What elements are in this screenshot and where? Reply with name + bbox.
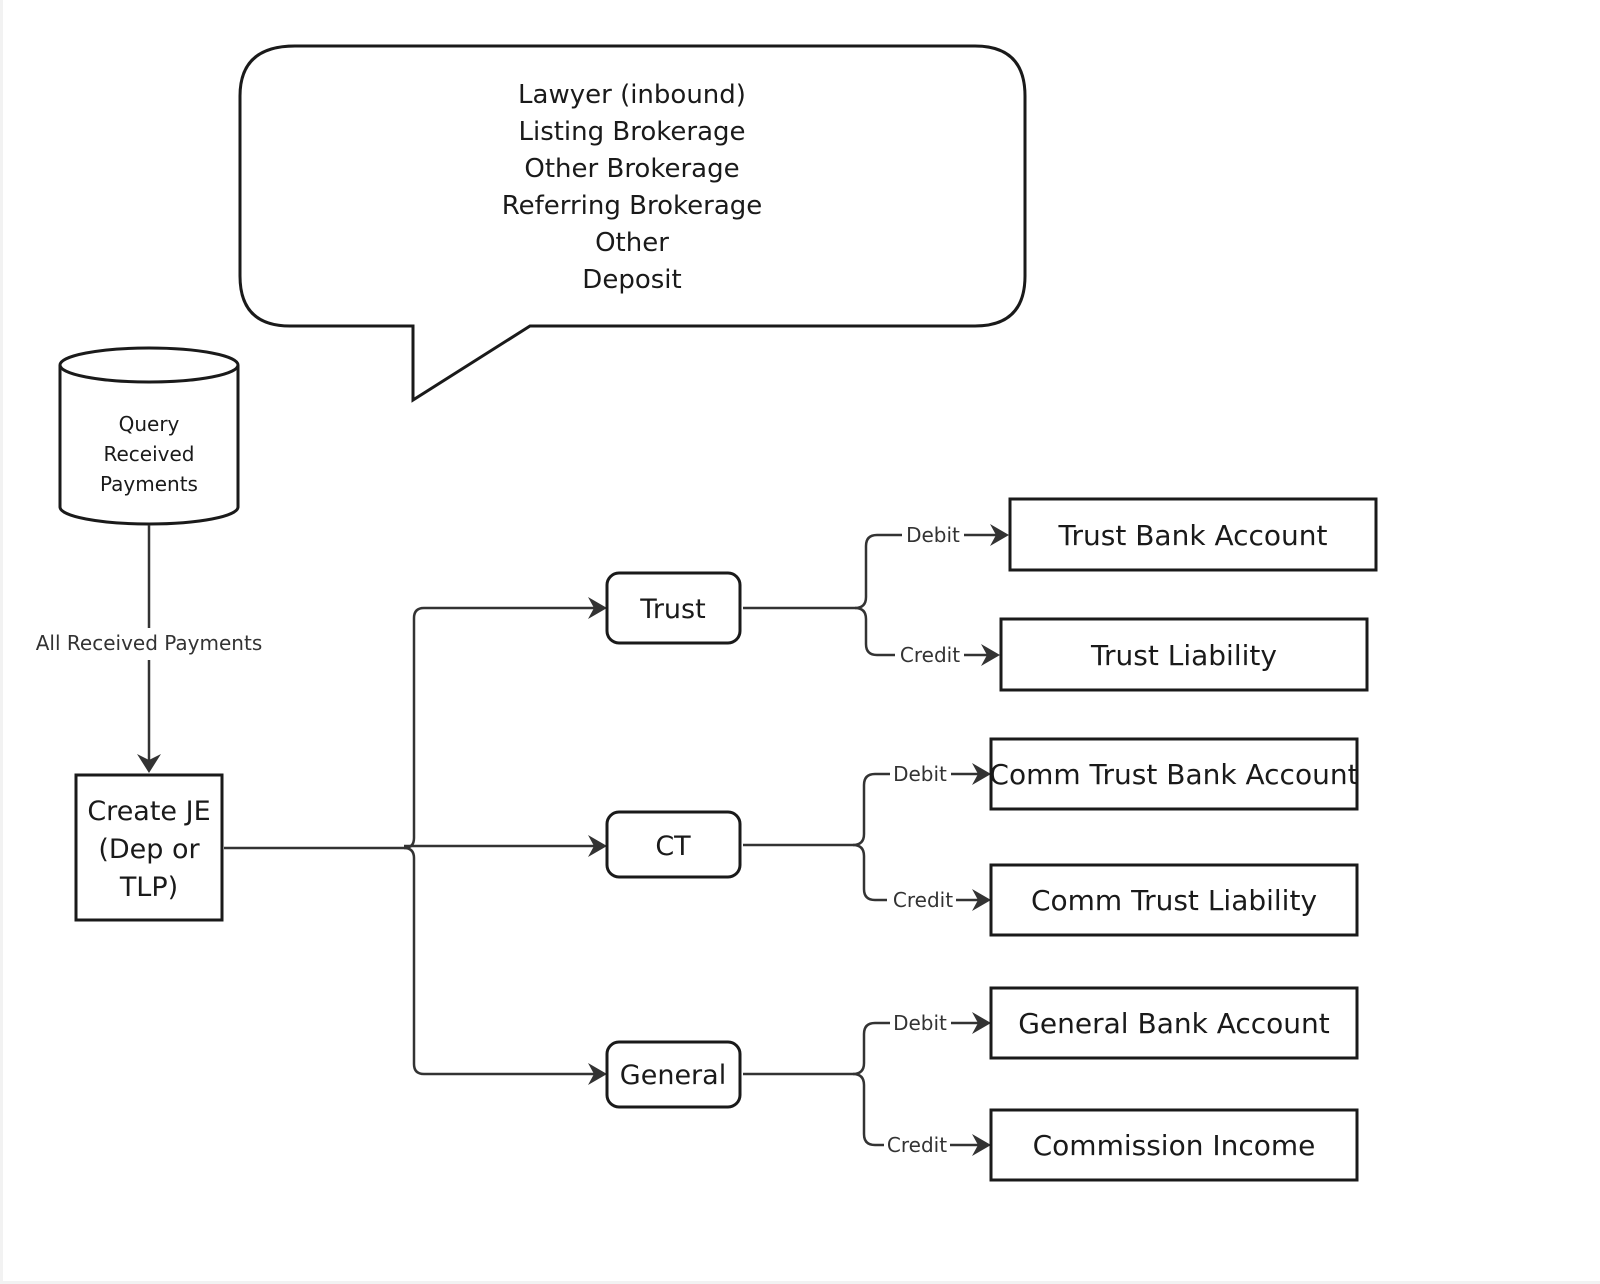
label-credit: Credit	[887, 1133, 947, 1157]
account-comm-trust-liability[interactable]: Comm Trust Liability	[989, 863, 1359, 937]
branch-general: General Debit Credit General Bank Accoun…	[605, 986, 1359, 1182]
callout-line-other-brokerage: Other Brokerage	[524, 154, 739, 184]
create-je-box[interactable]: Create JE (Dep or TLP)	[74, 773, 224, 922]
callout-line-listing-brokerage: Listing Brokerage	[518, 117, 745, 147]
account-label: General Bank Account	[1018, 1007, 1330, 1040]
callout-bubble: Lawyer (inbound) Listing Brokerage Other…	[238, 44, 1027, 403]
callout-line-other: Other	[595, 228, 669, 258]
connector-ct-debit	[743, 772, 890, 847]
create-je-line-2: (Dep or	[98, 834, 200, 865]
callout-line-lawyer: Lawyer (inbound)	[518, 80, 746, 110]
database-label-line-2: Received	[104, 442, 195, 466]
flow-label-all-received-payments: All Received Payments	[36, 631, 262, 655]
callout-line-referring-brokerage: Referring Brokerage	[502, 191, 763, 221]
database-query-received-payments[interactable]: Query Received Payments	[58, 346, 240, 526]
account-label: Commission Income	[1033, 1129, 1316, 1162]
connector-ct-credit	[852, 843, 887, 902]
account-commission-income[interactable]: Commission Income	[989, 1108, 1359, 1182]
node-ct[interactable]: CT	[605, 810, 742, 879]
account-general-bank-account[interactable]: General Bank Account	[989, 986, 1359, 1060]
account-trust-bank-account[interactable]: Trust Bank Account	[1008, 497, 1378, 572]
account-comm-trust-bank-account[interactable]: Comm Trust Bank Account	[989, 737, 1359, 811]
create-je-line-1: Create JE	[87, 796, 210, 827]
label-debit: Debit	[906, 523, 960, 547]
connector-to-trust	[224, 606, 594, 850]
node-general-label: General	[620, 1060, 726, 1091]
database-top	[58, 346, 240, 384]
node-ct-label: CT	[655, 831, 691, 862]
database-label-line-3: Payments	[100, 472, 198, 496]
node-trust-label: Trust	[639, 594, 705, 625]
connector-db-to-create-je[interactable]: All Received Payments	[36, 525, 262, 773]
label-debit: Debit	[893, 762, 947, 786]
label-credit: Credit	[900, 643, 960, 667]
account-label: Comm Trust Liability	[1031, 884, 1317, 917]
account-label: Trust Bank Account	[1058, 519, 1328, 552]
connector-trust-debit	[743, 533, 902, 610]
create-je-line-3: TLP)	[119, 872, 178, 903]
connector-to-general	[403, 846, 594, 1076]
account-label: Comm Trust Bank Account	[989, 758, 1358, 791]
connector-general-credit	[852, 1072, 884, 1147]
node-general[interactable]: General	[605, 1040, 742, 1109]
diagram-canvas: Lawyer (inbound) Listing Brokerage Other…	[36, 44, 1378, 1182]
connector-general-debit	[743, 1021, 890, 1076]
branch-ct: CT Debit Credit Comm Trust Bank Account …	[605, 737, 1359, 937]
branch-trust: Trust Debit Credit Trust Bank Account Tr…	[605, 497, 1378, 692]
connector-create-je-fanout[interactable]	[224, 597, 607, 1085]
label-credit: Credit	[893, 888, 953, 912]
connector-trust-credit	[854, 606, 895, 657]
label-debit: Debit	[893, 1011, 947, 1035]
database-label-line-1: Query	[119, 412, 180, 436]
node-trust[interactable]: Trust	[605, 571, 742, 645]
callout-line-deposit: Deposit	[582, 265, 681, 295]
account-label: Trust Liability	[1090, 639, 1277, 672]
account-trust-liability[interactable]: Trust Liability	[999, 617, 1369, 692]
